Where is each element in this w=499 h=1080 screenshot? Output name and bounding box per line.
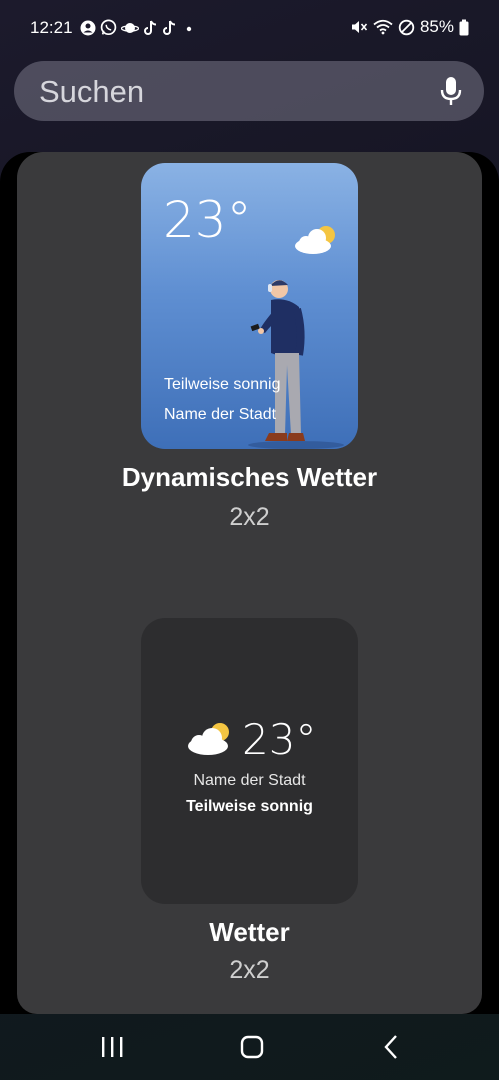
battery-icon: [459, 19, 469, 35]
recent-apps-icon[interactable]: [92, 1032, 132, 1062]
wifi-icon: [373, 19, 393, 35]
widget-size: 2x2: [229, 956, 270, 984]
notification-icons: [80, 19, 195, 36]
do-not-disturb-icon: [398, 19, 415, 35]
saturn-icon: [121, 22, 139, 33]
search-placeholder[interactable]: Suchen: [39, 74, 144, 110]
home-icon[interactable]: [232, 1032, 272, 1062]
weather-widget-preview[interactable]: 23° Name der Stadt Teilweise sonnig: [141, 618, 358, 904]
navigation-bar: [0, 1014, 499, 1080]
partly-sunny-icon: [295, 226, 335, 254]
widget-city: Name der Stadt: [164, 406, 277, 423]
back-icon[interactable]: [372, 1032, 412, 1062]
widget-title: Wetter: [209, 917, 290, 947]
system-icons: 85%: [350, 17, 469, 37]
battery-percent: 85%: [419, 17, 454, 36]
whatsapp-icon: [100, 19, 117, 36]
widget-title: Dynamisches Wetter: [121, 462, 378, 492]
partly-sunny-icon: [188, 723, 229, 755]
microphone-icon[interactable]: [436, 75, 466, 107]
widget-temperature: 23°: [242, 715, 317, 764]
mute-icon: [351, 21, 368, 33]
widget-city: Name der Stadt: [193, 772, 306, 789]
widget-condition: Teilweise sonnig: [186, 798, 313, 815]
dynamic-weather-widget-preview[interactable]: 23° Teilweise sonnig Name der Stadt: [141, 163, 358, 449]
status-time: 12:21: [30, 18, 73, 37]
status-bar: 12:21 85%: [0, 0, 499, 58]
widget-temperature: 23°: [163, 191, 252, 249]
dot-icon: [186, 26, 192, 31]
tiktok-icon: [144, 20, 157, 35]
widget-size: 2x2: [229, 503, 270, 531]
search-bar[interactable]: Suchen: [14, 61, 484, 121]
tiktok-icon: [163, 20, 176, 35]
account-icon: [80, 20, 96, 35]
widget-condition: Teilweise sonnig: [164, 376, 281, 393]
